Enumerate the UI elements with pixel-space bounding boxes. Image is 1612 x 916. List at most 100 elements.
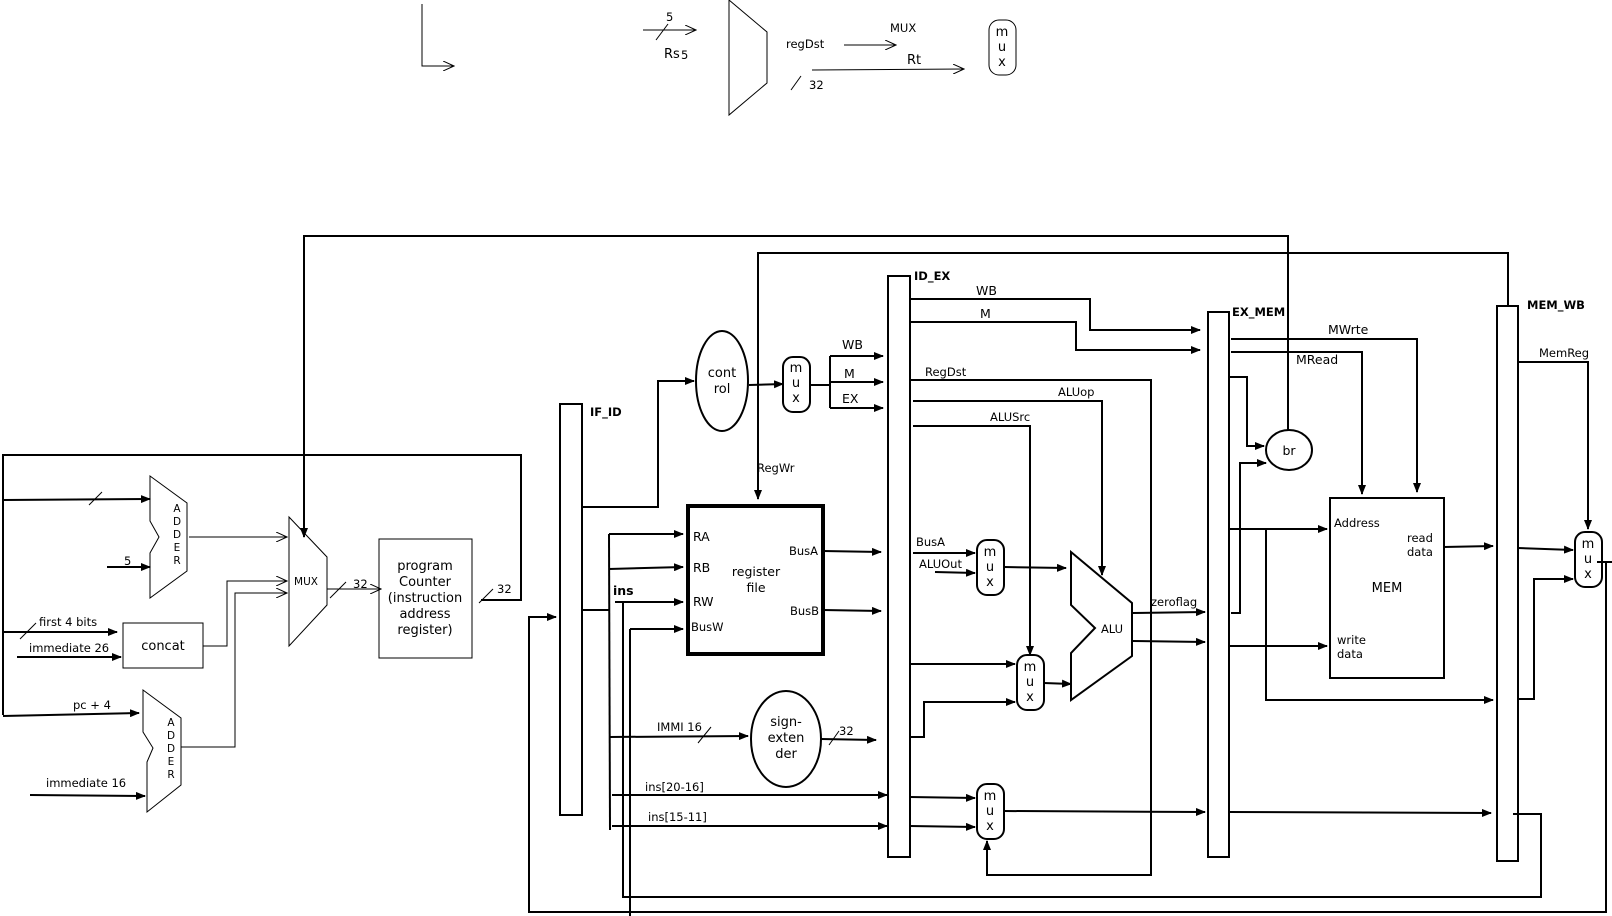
busa-out-wire	[822, 547, 882, 556]
control-unit	[695, 330, 749, 432]
concat-label: concat	[141, 639, 185, 654]
read-data-to-mux-wire	[1517, 545, 1574, 554]
legend-mux-letter-m: m	[996, 25, 1009, 40]
port-busw-label: BusW	[691, 620, 724, 634]
port-rb-label: RB	[693, 560, 710, 575]
zeroflag-label: zeroflag	[1151, 595, 1197, 609]
ex-m-label: M	[980, 306, 991, 321]
mwrte-label: MWrte	[1328, 322, 1369, 337]
alu-mux-top-u: u	[986, 560, 994, 575]
mem-address-label: Address	[1334, 516, 1380, 530]
legend-width-5: 5	[666, 10, 673, 24]
alu-result-wire	[1131, 637, 1206, 646]
wb-to-ex-mem-wire	[910, 298, 1201, 334]
register-file-line: file	[746, 580, 765, 595]
adder-bottom-letter: A	[167, 717, 175, 729]
immediate-26-label: immediate 26	[29, 641, 109, 655]
branch-in-bottom-wire	[1231, 459, 1267, 614]
register-file-line: register	[732, 564, 781, 579]
regwr-label: RegWr	[757, 461, 795, 475]
alu-mux-bottom-x: x	[1026, 690, 1034, 705]
legend-mux-word: MUX	[890, 21, 916, 35]
mem-wb-register	[1496, 305, 1519, 862]
rb-wire	[608, 563, 684, 572]
port-rw-label: RW	[693, 594, 714, 609]
branch-in-top-wire	[1229, 376, 1265, 450]
ins-15-11-to-mux-wire	[909, 822, 976, 831]
ins-label: ins	[613, 583, 634, 598]
id-ex-label: ID_EX	[914, 269, 950, 284]
legend-width-32: 32	[809, 78, 824, 92]
regdst-mux-u: u	[986, 804, 994, 819]
concat-output-wire	[203, 581, 287, 647]
program-counter-line: (instruction	[388, 591, 462, 606]
adder-top-shape	[149, 475, 188, 599]
memory-stage	[1207, 311, 1494, 858]
aluout-to-mux-wire	[934, 568, 976, 577]
legend-bus-slash-32	[790, 75, 802, 91]
mem-wb-label: MEM_WB	[1527, 298, 1585, 313]
regdst-mux-x: x	[986, 819, 994, 834]
regwr-wire	[754, 252, 1509, 500]
ins-20-16-label: ins[20-16]	[645, 780, 704, 794]
pc-mux-output-slash	[329, 581, 347, 599]
immi-16-label: IMMI 16	[657, 720, 702, 734]
pc-plus-4-label: pc + 4	[73, 698, 111, 712]
legend-rs-width: 5	[681, 48, 688, 62]
ins-20-16-to-mux-wire	[909, 793, 976, 802]
pc-mux-width-32: 32	[353, 577, 368, 591]
alu-result-bypass-wire	[1265, 529, 1494, 704]
legend-rt-label: Rt	[907, 53, 921, 68]
mread-wire	[1231, 351, 1366, 495]
pipeline-datapath-diagram: 5 Rs 5 regDst MUX Rt 32 m u x A D D E R …	[2, 0, 1612, 916]
writeback-stage	[1496, 305, 1603, 862]
legend-mux-shape	[728, 0, 768, 117]
regdst-label: RegDst	[925, 365, 967, 379]
memreg-wire	[1518, 361, 1592, 530]
adder-input-5-label: 5	[124, 554, 131, 568]
program-counter-line: register)	[397, 623, 452, 638]
mem-read-data-line: data	[1407, 545, 1433, 559]
legend-regdst-label: regDst	[786, 37, 825, 51]
alu-mux-bottom-u: u	[1026, 675, 1034, 690]
legend-mux-letter-u: u	[998, 40, 1006, 55]
first-4-bits-label: first 4 bits	[39, 615, 97, 629]
adder-bottom-shape	[142, 689, 182, 814]
mux-top-to-alu-wire	[1003, 563, 1067, 572]
regdst-mux-m: m	[984, 789, 997, 804]
port-ra-label: RA	[693, 529, 710, 544]
mem-label: MEM	[1372, 581, 1403, 596]
control-mux-letter-u: u	[792, 376, 800, 391]
sign-extender-line: sign-	[770, 715, 802, 730]
program-counter-line: Counter	[399, 575, 452, 590]
sign-extender-out-slash	[828, 730, 840, 746]
mem-write-data-line: write	[1337, 633, 1366, 647]
alu-mux-top-x: x	[986, 575, 994, 590]
adder-top-letter: E	[174, 542, 181, 554]
imm-to-mux-wire	[910, 698, 1016, 738]
mem-read-data-wire	[1443, 542, 1494, 551]
alu-result-to-mux-wire	[1518, 575, 1574, 700]
program-counter-line: program	[397, 559, 453, 574]
legend-area	[421, 0, 1017, 117]
legend-bus-slash	[655, 23, 669, 41]
writeback-mux-m: m	[1582, 537, 1595, 552]
ins-15-11-label: ins[15-11]	[648, 810, 707, 824]
aluout-label: ALUOut	[919, 557, 962, 571]
alu-mux-top-m: m	[984, 545, 997, 560]
port-busb-label: BusB	[790, 604, 819, 618]
control-to-mux-wire	[748, 380, 784, 389]
if-id-to-control-wire	[582, 377, 695, 508]
port-busa-label: BusA	[789, 544, 818, 558]
legend-rs-label: Rs	[664, 47, 680, 62]
legend-corner-arrow	[421, 4, 454, 66]
ctrl-ex-label: EX	[842, 391, 859, 406]
ctrl-m-label: M	[844, 366, 855, 381]
alu-mux-bottom-m: m	[1024, 660, 1037, 675]
control-mux-letter-m: m	[790, 361, 803, 376]
control-mux-fanout	[810, 356, 831, 408]
adder-top-letter: A	[173, 503, 181, 515]
adder-bottom-output-wire	[181, 593, 287, 748]
control-mux-letter-x: x	[792, 391, 800, 406]
immi-16-wire	[609, 732, 749, 741]
